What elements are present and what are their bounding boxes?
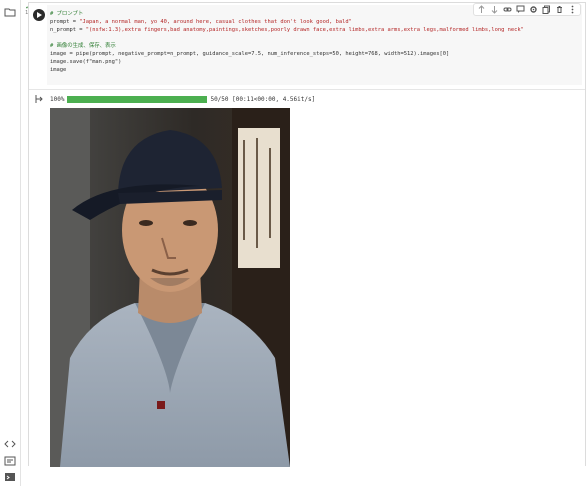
generated-image (50, 108, 290, 467)
copy-icon[interactable] (542, 5, 551, 14)
code-line-6: image.save(f"man.png") (50, 59, 122, 65)
run-cell-button[interactable] (33, 9, 45, 21)
output-icon[interactable] (35, 94, 45, 104)
delete-icon[interactable] (555, 5, 564, 14)
arrow-down-icon[interactable] (490, 5, 499, 14)
link-icon[interactable] (503, 5, 512, 14)
generated-man-photo (50, 108, 290, 467)
code-editor[interactable]: # プロンプト prompt = "Japan, a normal man, y… (47, 5, 582, 85)
progress-bar-row: 100% 50/50 [00:11<00:00, 4.56it/s] (50, 94, 315, 104)
progress-fill (67, 95, 208, 103)
comment-icon[interactable] (516, 5, 525, 14)
progress-status: 50/50 [00:11<00:00, 4.56it/s] (210, 95, 316, 103)
cell-output: 100% 50/50 [00:11<00:00, 4.56it/s] (29, 89, 585, 467)
code-cell[interactable]: # プロンプト prompt = "Japan, a normal man, y… (28, 2, 586, 467)
code-line-4: # 画像の生成、保存、表示 (50, 43, 116, 49)
terminal-icon[interactable] (4, 455, 16, 467)
code-icon[interactable] (4, 438, 16, 450)
code-line-1: # プロンプト (50, 11, 84, 17)
code-line-7: image (50, 67, 67, 73)
cell-toolbar (473, 3, 581, 16)
progress-percent: 100% (50, 95, 65, 103)
more-icon[interactable] (568, 5, 577, 14)
console-icon[interactable] (4, 471, 16, 483)
left-rail (0, 0, 21, 486)
code-line-3: n_prompt = "(nsfw:1.3),extra fingers,bad… (50, 27, 524, 33)
arrow-up-icon[interactable] (477, 5, 486, 14)
code-line-5: image = pipe(prompt, negative_prompt=n_p… (50, 51, 450, 57)
code-line-2: prompt = "Japan, a normal man, yo 40, ar… (50, 19, 352, 25)
settings-icon[interactable] (529, 5, 538, 14)
progress-track (67, 95, 208, 103)
folder-icon[interactable] (4, 6, 16, 18)
